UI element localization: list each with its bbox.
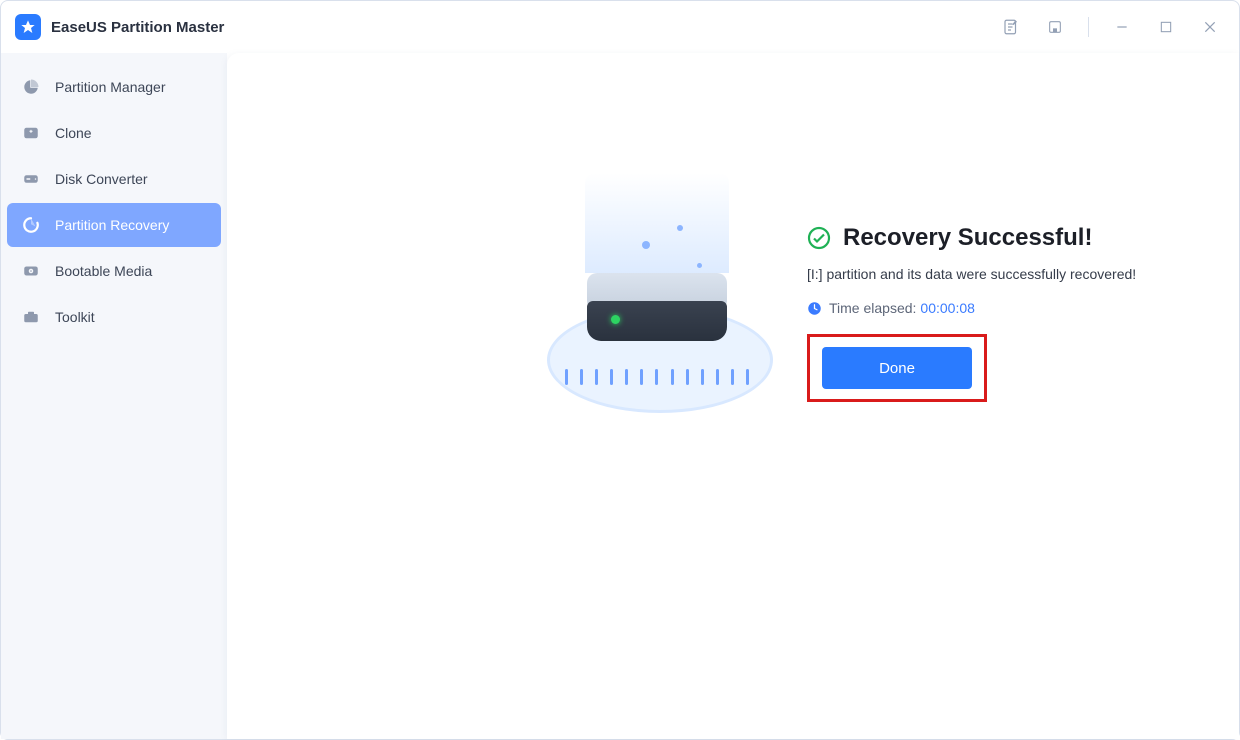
recovery-icon [21,215,41,235]
restore-down-icon[interactable] [1040,12,1070,42]
title-actions [996,12,1225,42]
bootable-icon [21,261,41,281]
success-check-icon [807,226,831,250]
app-logo-icon [15,14,41,40]
sidebar-item-label: Disk Converter [55,171,148,187]
sidebar-item-bootable-media[interactable]: Bootable Media [7,249,221,293]
pie-chart-icon [21,77,41,97]
disk-illustration [547,203,767,423]
result-message: [I:] partition and its data were success… [807,266,1136,282]
sidebar-item-label: Bootable Media [55,263,152,279]
sidebar-item-clone[interactable]: Clone [7,111,221,155]
disk-icon [21,169,41,189]
feedback-icon[interactable] [996,12,1026,42]
done-button[interactable]: Done [822,347,972,389]
result-title: Recovery Successful! [843,224,1092,252]
disk-led-icon [611,315,620,324]
result-panel: Recovery Successful! [I:] partition and … [547,203,1136,423]
maximize-button[interactable] [1151,12,1181,42]
sidebar-item-disk-converter[interactable]: Disk Converter [7,157,221,201]
title-bar: EaseUS Partition Master [1,1,1239,53]
app-title: EaseUS Partition Master [51,19,224,36]
elapsed-label: Time elapsed: [829,300,916,316]
toolkit-icon [21,307,41,327]
main-content: Recovery Successful! [I:] partition and … [227,53,1239,739]
close-button[interactable] [1195,12,1225,42]
done-highlight-box: Done [807,334,987,402]
clock-icon [807,301,822,316]
elapsed-value: 00:00:08 [920,300,975,316]
sidebar-item-label: Partition Recovery [55,217,169,233]
sidebar: Partition Manager Clone Disk Converter P… [1,53,227,739]
sidebar-item-toolkit[interactable]: Toolkit [7,295,221,339]
time-elapsed: Time elapsed: 00:00:08 [807,300,1136,316]
clone-icon [21,123,41,143]
sidebar-item-label: Partition Manager [55,79,166,95]
separator [1088,17,1089,37]
sidebar-item-partition-manager[interactable]: Partition Manager [7,65,221,109]
sidebar-item-partition-recovery[interactable]: Partition Recovery [7,203,221,247]
sidebar-item-label: Toolkit [55,309,95,325]
minimize-button[interactable] [1107,12,1137,42]
sidebar-item-label: Clone [55,125,92,141]
